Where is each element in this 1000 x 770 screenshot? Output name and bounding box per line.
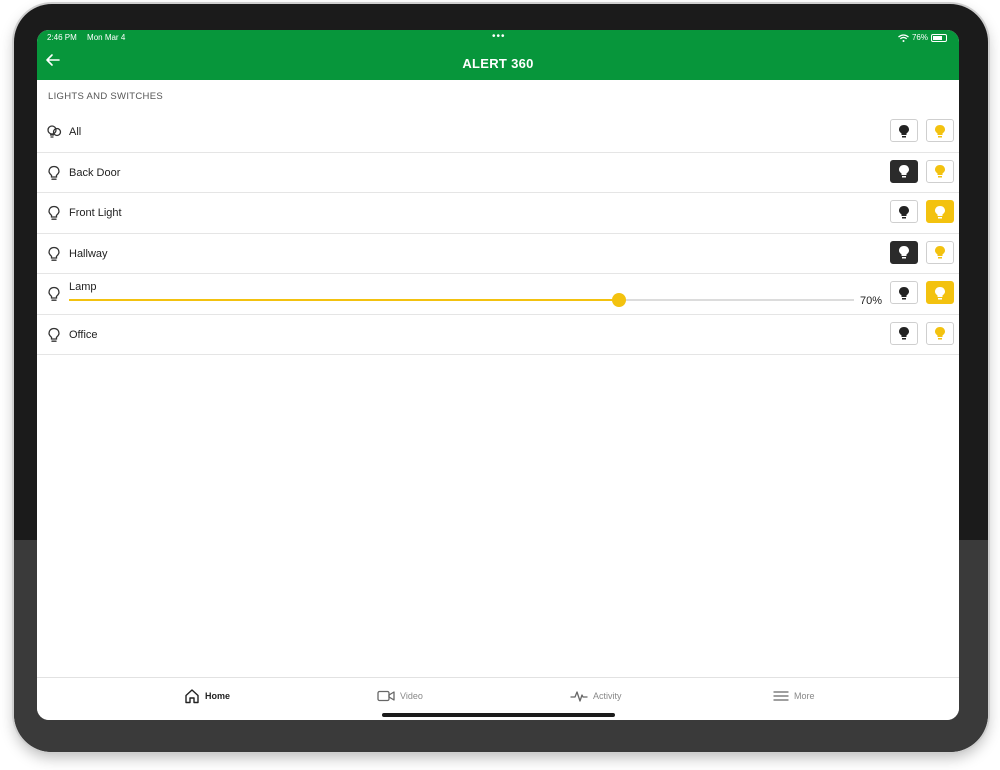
- light-off-button[interactable]: [890, 321, 918, 345]
- home-indicator[interactable]: [382, 713, 615, 717]
- light-row-back-door: Back Door: [37, 153, 959, 193]
- bulb-off-icon: [899, 286, 909, 299]
- light-row-all: All: [37, 112, 959, 153]
- light-on-button[interactable]: [926, 281, 954, 304]
- light-on-button[interactable]: [926, 119, 954, 142]
- light-label: Hallway: [69, 247, 108, 260]
- status-bar-left: 2:46 PM Mon Mar 4: [47, 33, 133, 42]
- multitasking-dots[interactable]: •••: [492, 31, 506, 42]
- tab-more[interactable]: More: [773, 686, 815, 706]
- status-time: 2:46 PM: [47, 33, 77, 42]
- tab-label: Activity: [593, 691, 622, 701]
- tab-label: Video: [400, 691, 423, 701]
- tab-home[interactable]: Home: [184, 686, 230, 706]
- light-off-button[interactable]: [890, 240, 918, 264]
- light-row-hallway: Hallway: [37, 234, 959, 274]
- activity-pulse-icon: [570, 691, 588, 702]
- bulb-on-icon: [935, 165, 945, 178]
- bulb-on-icon: [935, 327, 945, 340]
- battery-percent: 76%: [911, 33, 928, 42]
- light-on-button[interactable]: [926, 159, 954, 183]
- light-label: All: [69, 126, 82, 138]
- light-on-button[interactable]: [926, 200, 954, 223]
- tab-label: More: [794, 691, 815, 701]
- light-label: Back Door: [69, 166, 121, 179]
- dimmer-value: 70%: [860, 295, 883, 307]
- bulb-on-icon: [935, 246, 945, 259]
- home-icon: [185, 689, 199, 704]
- bulb-off-icon: [899, 165, 909, 178]
- light-off-button[interactable]: [890, 200, 918, 223]
- bulb-off-icon: [899, 246, 909, 259]
- battery-icon: [931, 33, 947, 42]
- tab-activity[interactable]: Activity: [570, 686, 622, 706]
- bulb-on-icon: [935, 205, 945, 218]
- light-row-office: Office: [37, 315, 959, 355]
- light-label: Lamp: [69, 281, 97, 293]
- section-heading: LIGHTS AND SWITCHES: [48, 91, 163, 102]
- status-bar-right: 76%: [898, 33, 947, 42]
- dimmer-slider-thumb[interactable]: [611, 293, 626, 307]
- light-off-button[interactable]: [890, 281, 918, 304]
- wifi-icon: [898, 33, 909, 42]
- light-on-button[interactable]: [926, 321, 954, 345]
- dimmer-slider-fill: [69, 299, 619, 301]
- lights-list: All Back Door Front Light Hallway Lamp 7…: [37, 112, 959, 355]
- hamburger-menu-icon: [773, 691, 789, 701]
- bulb-icon: [48, 246, 60, 261]
- bulb-off-icon: [899, 124, 909, 137]
- app-header: 2:46 PM Mon Mar 4 ••• 76% ALERT 360: [37, 30, 959, 80]
- bulb-icon: [48, 286, 60, 301]
- video-camera-icon: [377, 690, 395, 702]
- bulb-icon: [48, 205, 60, 220]
- bulb-on-icon: [935, 286, 945, 299]
- bulb-on-icon: [935, 124, 945, 137]
- tab-label: Home: [205, 691, 231, 701]
- multi-bulb-icon: [47, 125, 62, 138]
- light-label: Office: [69, 328, 98, 341]
- bulb-off-icon: [899, 327, 909, 340]
- light-row-front-light: Front Light: [37, 193, 959, 234]
- dimmer-slider[interactable]: [69, 293, 854, 307]
- bulb-off-icon: [899, 205, 909, 218]
- light-label: Front Light: [69, 207, 122, 219]
- status-date: Mon Mar 4: [87, 33, 126, 42]
- app-screen: 2:46 PM Mon Mar 4 ••• 76% ALERT 360 LIGH…: [37, 30, 959, 720]
- light-off-button[interactable]: [890, 119, 918, 142]
- bulb-icon: [48, 327, 60, 342]
- tab-video[interactable]: Video: [377, 686, 423, 706]
- light-on-button[interactable]: [926, 240, 954, 264]
- light-off-button[interactable]: [890, 159, 918, 183]
- page-title: ALERT 360: [462, 56, 534, 71]
- bulb-icon: [48, 165, 60, 180]
- light-row-lamp: Lamp 70%: [37, 274, 959, 315]
